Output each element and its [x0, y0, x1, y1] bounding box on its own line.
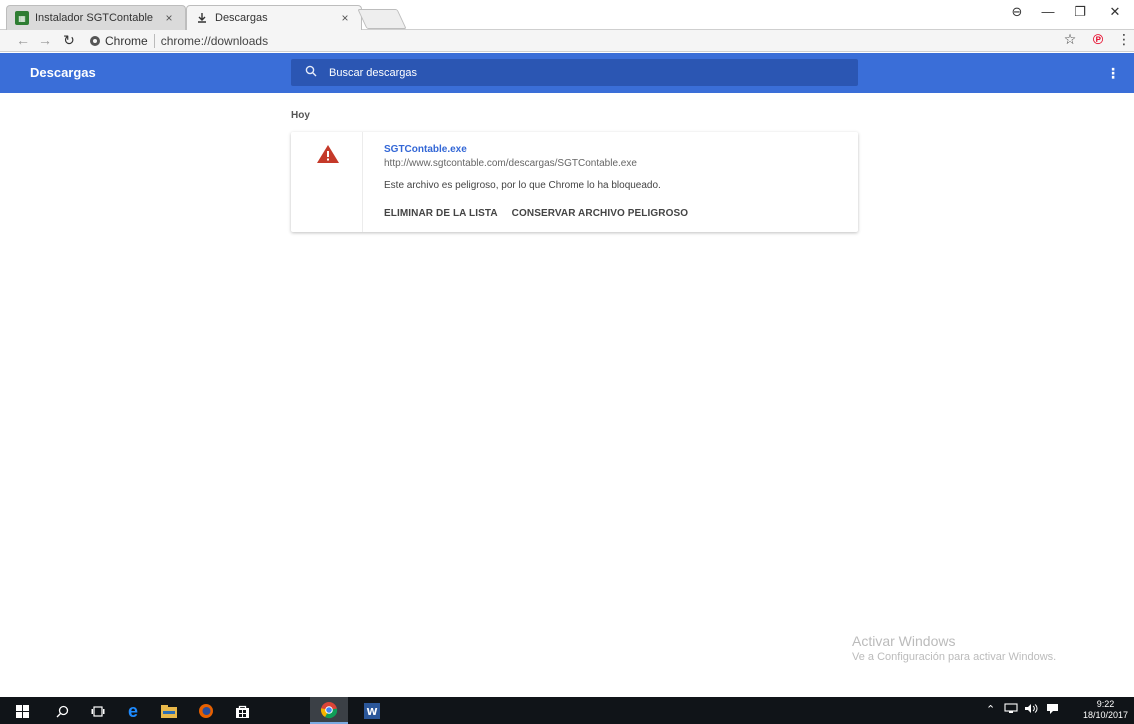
keep-dangerous-file-button[interactable]: CONSERVAR ARCHIVO PELIGROSO: [512, 208, 688, 219]
chrome-icon: [90, 36, 100, 46]
search-input[interactable]: [329, 66, 829, 79]
edge-browser-icon[interactable]: e: [123, 701, 143, 721]
sgtcontable-favicon-icon: ▦: [15, 11, 29, 25]
file-explorer-icon[interactable]: [159, 701, 179, 721]
warning-icon: [317, 145, 339, 163]
security-chip[interactable]: Chrome: [90, 34, 155, 48]
tab-strip: ▦ Instalador SGTContable × Descargas × ⊖…: [0, 0, 1134, 30]
chrome-menu-icon[interactable]: ⋮: [1114, 31, 1134, 48]
chrome-taskbar-icon[interactable]: [310, 697, 348, 724]
security-chip-label: Chrome: [105, 34, 148, 48]
search-icon[interactable]: [305, 65, 317, 80]
store-icon[interactable]: [232, 701, 252, 721]
pinterest-extension-icon[interactable]: ℗: [1088, 31, 1108, 47]
activation-watermark: Activar Windows Ve a Configuración para …: [852, 633, 1056, 663]
clock-time: 9:22: [1096, 699, 1115, 709]
new-tab-button[interactable]: [357, 9, 407, 29]
bookmark-star-icon[interactable]: ☆: [1060, 31, 1080, 48]
tab-instalador-sgtcontable[interactable]: ▦ Instalador SGTContable ×: [6, 5, 186, 30]
search-box[interactable]: [291, 59, 858, 86]
tab-close-icon[interactable]: ×: [161, 11, 177, 25]
forward-arrow-icon[interactable]: →: [36, 32, 54, 48]
download-icon: [195, 11, 209, 25]
dangerous-file-message: Este archivo es peligroso, por lo que Ch…: [384, 180, 661, 191]
firefox-icon[interactable]: [196, 701, 216, 721]
page-title: Descargas: [30, 65, 96, 80]
profile-icon[interactable]: ⊖: [1002, 4, 1032, 20]
search-icon[interactable]: [52, 701, 72, 721]
windows-start-icon[interactable]: [12, 701, 32, 721]
volume-icon[interactable]: [1024, 703, 1038, 717]
clock-date: 18/10/2017: [1082, 710, 1128, 720]
tab-descargas[interactable]: Descargas ×: [186, 5, 362, 30]
download-item-card: SGTContable.exe http://www.sgtcontable.c…: [291, 132, 858, 232]
download-item-icon-column: [291, 132, 363, 232]
task-view-icon[interactable]: [88, 701, 108, 721]
address-url[interactable]: chrome://downloads: [161, 34, 268, 48]
windows-taskbar: e W ⌃ 9:22 18/10/2017: [0, 697, 1134, 724]
more-options-icon[interactable]: ⋮: [1106, 65, 1120, 82]
downloads-header: Descargas ⋮: [0, 53, 1134, 93]
remove-from-list-button[interactable]: ELIMINAR DE LA LISTA: [384, 208, 498, 219]
notifications-icon[interactable]: [1046, 703, 1059, 718]
back-arrow-icon[interactable]: ←: [14, 32, 32, 48]
tab-title: Descargas: [215, 12, 268, 24]
tab-title: Instalador SGTContable: [35, 12, 154, 24]
watermark-subtitle: Ve a Configuración para activar Windows.: [852, 651, 1057, 663]
restore-button[interactable]: ❐: [1065, 4, 1095, 20]
download-filename-link[interactable]: SGTContable.exe: [384, 144, 467, 155]
word-icon[interactable]: W: [362, 701, 382, 721]
minimize-button[interactable]: —: [1033, 4, 1063, 19]
watermark-title: Activar Windows: [852, 633, 956, 649]
browser-toolbar: ← → ↻ Chrome chrome://downloads ☆ ℗ ⋮: [0, 30, 1134, 52]
svg-text:W: W: [366, 707, 377, 718]
taskbar-clock[interactable]: 9:22 18/10/2017: [1083, 699, 1128, 721]
date-section-label: Hoy: [291, 110, 310, 121]
download-actions: ELIMINAR DE LA LISTA CONSERVAR ARCHIVO P…: [384, 208, 688, 219]
tab-close-icon[interactable]: ×: [337, 11, 353, 25]
tray-overflow-icon[interactable]: ⌃: [986, 703, 995, 716]
address-bar[interactable]: Chrome chrome://downloads: [90, 32, 1134, 50]
close-window-button[interactable]: ✕: [1100, 4, 1130, 20]
network-icon[interactable]: [1004, 703, 1018, 717]
reload-icon[interactable]: ↻: [60, 32, 78, 49]
download-source-url[interactable]: http://www.sgtcontable.com/descargas/SGT…: [384, 158, 637, 169]
